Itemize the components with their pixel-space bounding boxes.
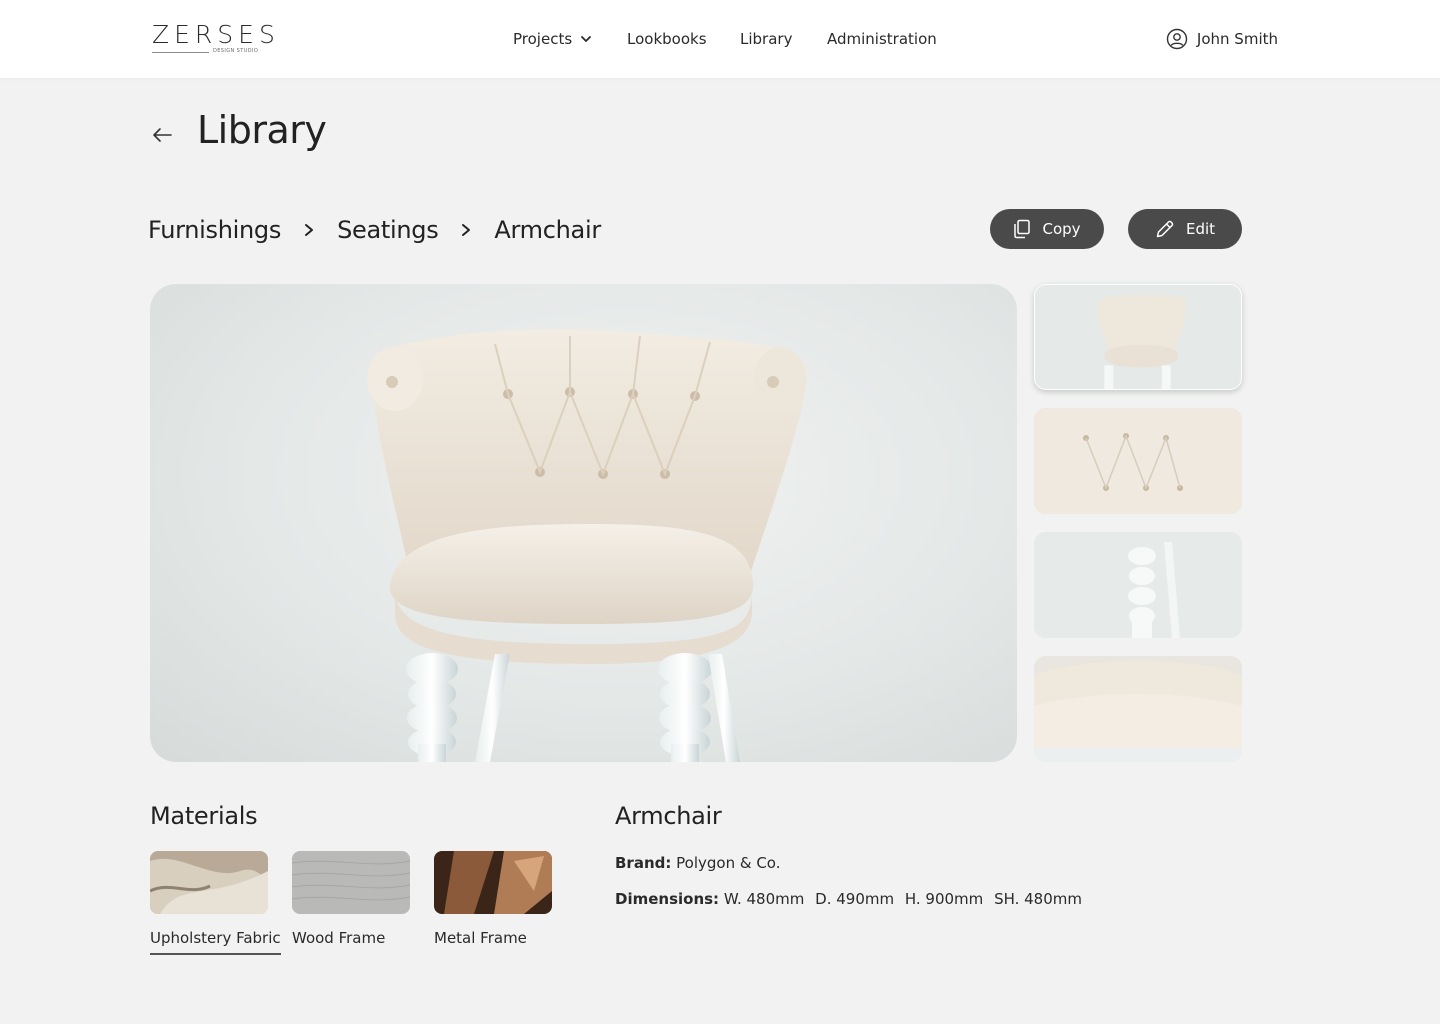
dimensions-label: Dimensions: <box>615 890 720 908</box>
edit-button[interactable]: Edit <box>1128 209 1242 249</box>
material-label: Metal Frame <box>434 929 527 947</box>
breadcrumb-armchair: Armchair <box>494 216 601 244</box>
user-circle-icon <box>1166 28 1188 50</box>
material-wood-frame[interactable]: Wood Frame <box>292 851 410 953</box>
brand-logo[interactable]: ZERSES DESIGN STUDIO <box>152 21 275 57</box>
product-name: Armchair <box>615 802 722 830</box>
nav-library-label[interactable]: Library <box>740 30 792 48</box>
material-metal-frame[interactable]: Metal Frame <box>434 851 552 953</box>
thumbnail-backrest[interactable] <box>1034 408 1242 514</box>
copy-button[interactable]: Copy <box>990 209 1104 249</box>
nav-projects-label: Projects <box>513 30 573 48</box>
armchair-illustration <box>367 329 807 762</box>
breadcrumb-seatings[interactable]: Seatings <box>337 216 439 244</box>
chevron-right-icon <box>462 224 471 236</box>
brand-row: Brand: Polygon & Co. <box>615 854 780 872</box>
thumbnail-backrest-image <box>1034 408 1242 514</box>
chevron-down-icon <box>581 36 592 42</box>
materials-title: Materials <box>150 802 258 830</box>
brand-value: Polygon & Co. <box>676 854 781 872</box>
copy-button-label: Copy <box>1042 220 1081 238</box>
dimension-depth: D. 490mm <box>815 890 895 908</box>
material-upholstery-fabric[interactable]: Upholstery Fabric <box>150 851 281 955</box>
page-title: Library <box>197 108 327 152</box>
thumbnail-seat-image <box>1034 656 1242 762</box>
top-navigation-bar: ZERSES DESIGN STUDIO Projects Lookbooks … <box>0 0 1440 78</box>
thumbnail-leg[interactable] <box>1034 532 1242 638</box>
user-name: John Smith <box>1196 30 1278 48</box>
pencil-icon <box>1156 220 1174 238</box>
logo-wordmark: ZERSES <box>152 20 280 49</box>
material-swatch <box>434 851 552 914</box>
material-label: Wood Frame <box>292 929 386 947</box>
material-swatch <box>292 851 410 914</box>
material-swatch <box>150 851 268 914</box>
breadcrumb: Furnishings Seatings Armchair <box>148 212 601 248</box>
nav-administration-label[interactable]: Administration <box>827 30 937 48</box>
dimensions-row: Dimensions: W. 480mm D. 490mm H. 900mm S… <box>615 890 1088 908</box>
brand-label: Brand: <box>615 854 672 872</box>
nav-lookbooks[interactable]: Lookbooks <box>627 0 707 78</box>
thumbnail-full-chair[interactable] <box>1034 284 1242 390</box>
nav-administration[interactable]: Administration <box>827 0 937 78</box>
thumbnail-leg-image <box>1034 532 1242 638</box>
dimension-width: W. 480mm <box>723 890 805 908</box>
logo-underline <box>152 52 209 53</box>
nav-lookbooks-label[interactable]: Lookbooks <box>627 30 707 48</box>
nav-projects[interactable]: Projects <box>513 0 592 78</box>
material-label: Upholstery Fabric <box>150 929 281 955</box>
logo-subtitle: DESIGN STUDIO <box>213 48 259 54</box>
dimension-height: H. 900mm <box>904 890 984 908</box>
main-product-image <box>150 284 1017 762</box>
thumbnail-seat[interactable] <box>1034 656 1242 762</box>
thumbnail-chair-image <box>1035 285 1241 389</box>
copy-icon <box>1014 219 1031 239</box>
chevron-right-icon <box>305 224 314 236</box>
edit-button-label: Edit <box>1185 220 1216 238</box>
dimension-seat-height: SH. 480mm <box>994 890 1082 908</box>
breadcrumb-furnishings[interactable]: Furnishings <box>148 216 281 244</box>
arrow-left-icon[interactable] <box>150 124 174 146</box>
user-menu[interactable]: John Smith <box>1166 0 1278 78</box>
nav-library[interactable]: Library <box>740 0 792 78</box>
